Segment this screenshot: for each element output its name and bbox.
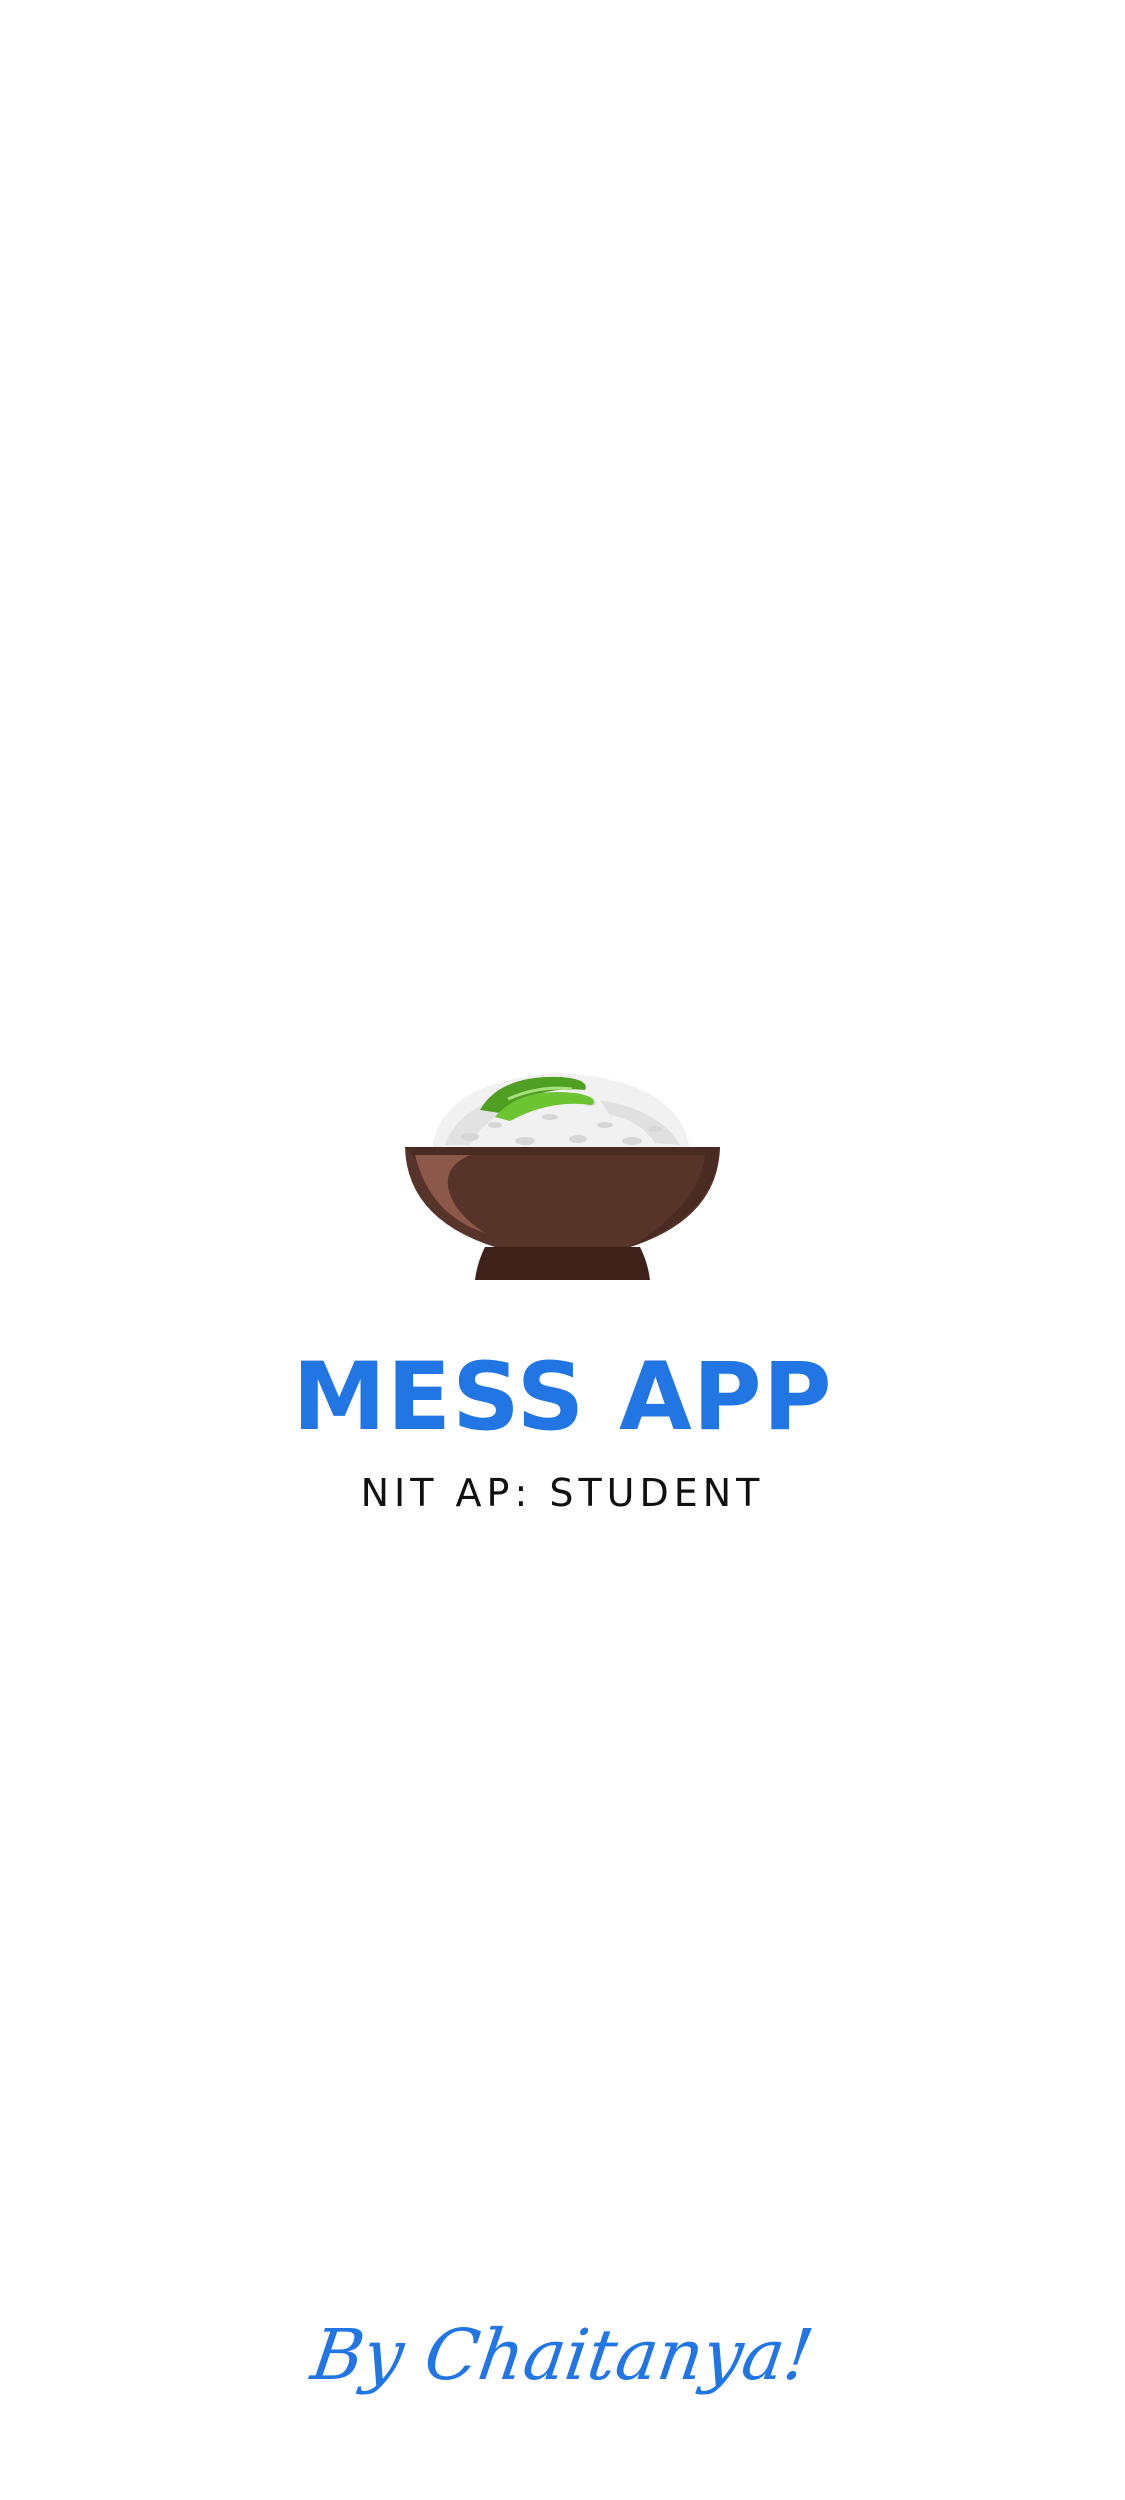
- app-subtitle: NIT AP: STUDENT: [360, 1471, 765, 1515]
- app-title: MESS APP: [292, 1343, 833, 1452]
- author-credit: By Chaitanya!: [306, 2314, 819, 2396]
- rice-bowl-icon: [405, 1073, 720, 1280]
- splash-screen: MESS APP NIT AP: STUDENT By Chaitanya!: [0, 0, 1125, 2500]
